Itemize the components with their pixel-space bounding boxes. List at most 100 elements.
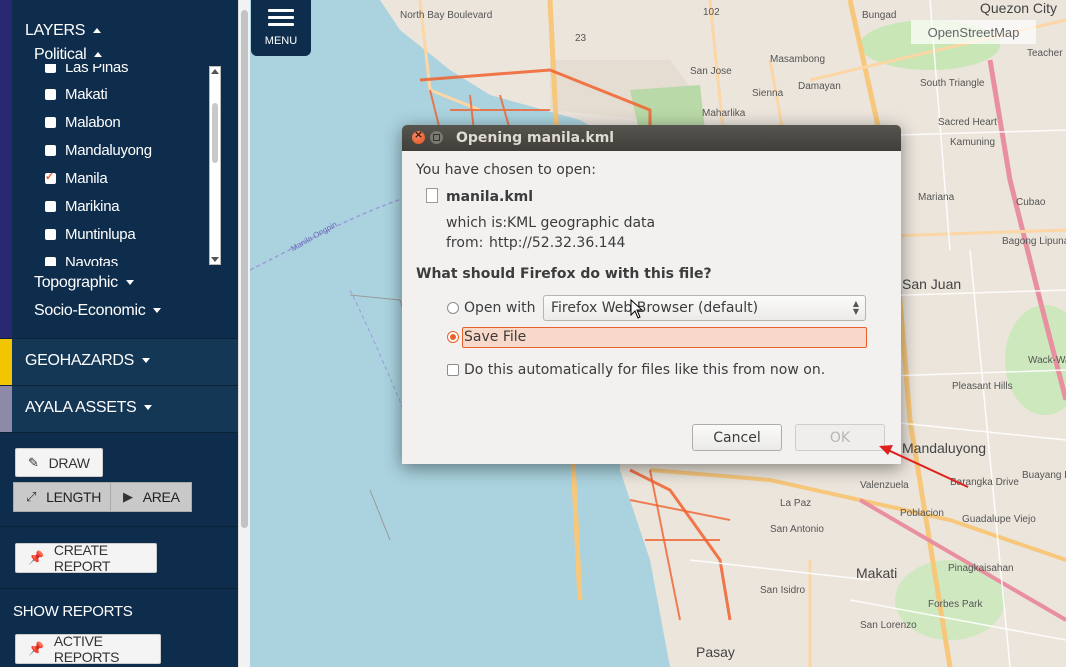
map-label: San Antonio — [770, 524, 824, 535]
map-label: Damayan — [798, 81, 841, 92]
layer-item-label: Mandaluyong — [65, 141, 152, 159]
map-label: 102 — [703, 7, 720, 18]
checkbox[interactable] — [45, 228, 56, 240]
map-label: Maharlika — [702, 108, 746, 119]
checkbox-checked[interactable] — [45, 170, 56, 184]
map-label: Cubao — [1016, 197, 1046, 208]
political-layer-list: Las Piñas Makati Malabon Mandaluyong Man… — [38, 64, 206, 266]
layer-item-malabon[interactable]: Malabon — [38, 111, 121, 133]
topographic-label: Topographic — [34, 274, 118, 291]
map-label: San Juan — [902, 276, 962, 292]
map-label: Makati — [856, 565, 898, 581]
layer-item-navotas[interactable]: Navotas — [38, 251, 118, 266]
checkbox[interactable] — [45, 144, 56, 156]
map-label: Poblacion — [900, 508, 944, 519]
open-with-value: Firefox Web Browser (default) — [551, 300, 759, 316]
layer-item-marikina[interactable]: Marikina — [38, 195, 120, 217]
draw-button[interactable]: ✎ DRAW — [15, 448, 103, 477]
show-reports-label: SHOW REPORTS — [13, 603, 133, 620]
area-label: AREA — [142, 489, 180, 505]
map-label: Pasay — [696, 644, 735, 660]
map-label: Forbes Park — [928, 599, 983, 610]
map-label: North Bay Boulevard — [400, 10, 493, 21]
dialog-titlebar[interactable]: × Opening manila.kml — [402, 125, 901, 151]
map-label: Pleasant Hills — [952, 381, 1013, 392]
layers-toggle[interactable]: LAYERS — [25, 22, 102, 40]
divider — [0, 588, 238, 589]
length-button[interactable]: ⤢ LENGTH — [13, 482, 111, 512]
create-report-button[interactable]: 📌 CREATE REPORT — [15, 542, 157, 574]
updown-arrow-icon: ▲ ▼ — [852, 299, 859, 316]
checkbox[interactable] — [45, 88, 56, 100]
checkbox[interactable] — [45, 64, 56, 73]
map-label: Buayang Bato — [1022, 470, 1066, 481]
layer-item-makati[interactable]: Makati — [38, 83, 108, 105]
ok-button[interactable]: OK — [795, 424, 885, 451]
geohazards-section[interactable]: GEOHAZARDS — [0, 338, 238, 386]
layers-label: LAYERS — [25, 22, 86, 39]
layer-item-label: Las Piñas — [65, 64, 129, 76]
layer-item-manila[interactable]: Manila — [38, 167, 108, 189]
checkbox[interactable] — [45, 200, 56, 212]
topographic-toggle[interactable]: Topographic — [34, 274, 134, 292]
create-report-label: CREATE REPORT — [53, 542, 111, 574]
sidebar-panel: LAYERS Political Las Piñas Makati Malabo… — [0, 0, 238, 667]
auto-label[interactable]: Do this automatically for files like thi… — [464, 362, 825, 378]
dialog-title: Opening manila.kml — [456, 130, 615, 146]
divider — [0, 526, 238, 527]
map-label: Mandaluyong — [902, 440, 987, 456]
layer-item-muntinlupa[interactable]: Muntinlupa — [38, 223, 136, 245]
layer-item-mandaluyong[interactable]: Mandaluyong — [38, 139, 152, 161]
map-label: Quezon City — [980, 0, 1058, 16]
intro-text: You have chosen to open: — [416, 162, 596, 178]
save-file-highlight[interactable]: Save File — [462, 327, 867, 348]
open-with-radio[interactable] — [447, 302, 459, 314]
layer-item-las-pinas[interactable]: Las Piñas — [38, 64, 128, 78]
ayala-assets-section[interactable]: AYALA ASSETS — [0, 385, 238, 433]
menu-label: MENU — [264, 35, 298, 47]
close-icon[interactable]: × — [412, 128, 425, 144]
checkbox[interactable] — [45, 256, 56, 266]
scrollbar-thumb[interactable] — [241, 10, 248, 528]
auto-checkbox[interactable] — [447, 364, 459, 376]
active-reports-button[interactable]: 📌 ACTIVE REPORTS — [15, 633, 161, 665]
socio-economic-toggle[interactable]: Socio-Economic — [34, 302, 162, 320]
file-icon — [426, 188, 438, 203]
political-toggle[interactable]: Political — [34, 46, 103, 64]
layer-item-label: Navotas — [65, 253, 118, 267]
caret-down-icon — [125, 280, 134, 286]
hamburger-icon — [268, 9, 294, 30]
open-with-label[interactable]: Open with — [464, 300, 536, 316]
scroll-down-arrow-icon[interactable] — [211, 257, 219, 262]
political-label: Political — [34, 46, 87, 63]
checkbox[interactable] — [45, 116, 56, 128]
open-with-select[interactable]: Firefox Web Browser (default) ▲ ▼ — [543, 295, 866, 321]
download-dialog: × Opening manila.kml You have chosen to … — [402, 125, 901, 464]
from-label: from: — [446, 235, 484, 251]
scroll-up-arrow-icon[interactable] — [211, 69, 219, 74]
map-label: San Isidro — [760, 585, 806, 596]
map-attribution[interactable]: OpenStreetMap — [911, 20, 1036, 44]
minimize-icon[interactable] — [430, 131, 443, 144]
scrollbar-thumb[interactable] — [212, 103, 218, 163]
map-label: Teacher — [1027, 48, 1063, 59]
map-label: Bungad — [862, 10, 897, 21]
menu-button[interactable]: MENU — [251, 0, 311, 56]
geohazards-label: GEOHAZARDS — [25, 352, 135, 369]
which-is-value: KML geographic data — [507, 215, 656, 231]
save-file-radio[interactable] — [447, 331, 459, 343]
map-label: Wack-Wack Greenhills — [1028, 355, 1066, 366]
layer-item-label: Manila — [65, 169, 108, 187]
file-name: manila.kml — [446, 189, 534, 205]
cancel-button[interactable]: Cancel — [692, 424, 782, 451]
active-reports-label: ACTIVE REPORTS — [53, 633, 120, 665]
layer-item-label: Malabon — [65, 113, 121, 131]
caret-down-icon — [153, 308, 162, 314]
map-label: Sacred Heart — [938, 117, 997, 128]
sidebar-scrollbar[interactable] — [238, 0, 250, 667]
map-label: Bagong Lipunan — [1002, 236, 1066, 247]
layer-list-scrollbar[interactable] — [209, 66, 221, 265]
area-button[interactable]: ▶ AREA — [110, 482, 192, 512]
map-label: Mariana — [918, 192, 955, 203]
ayala-assets-label: AYALA ASSETS — [25, 399, 137, 416]
